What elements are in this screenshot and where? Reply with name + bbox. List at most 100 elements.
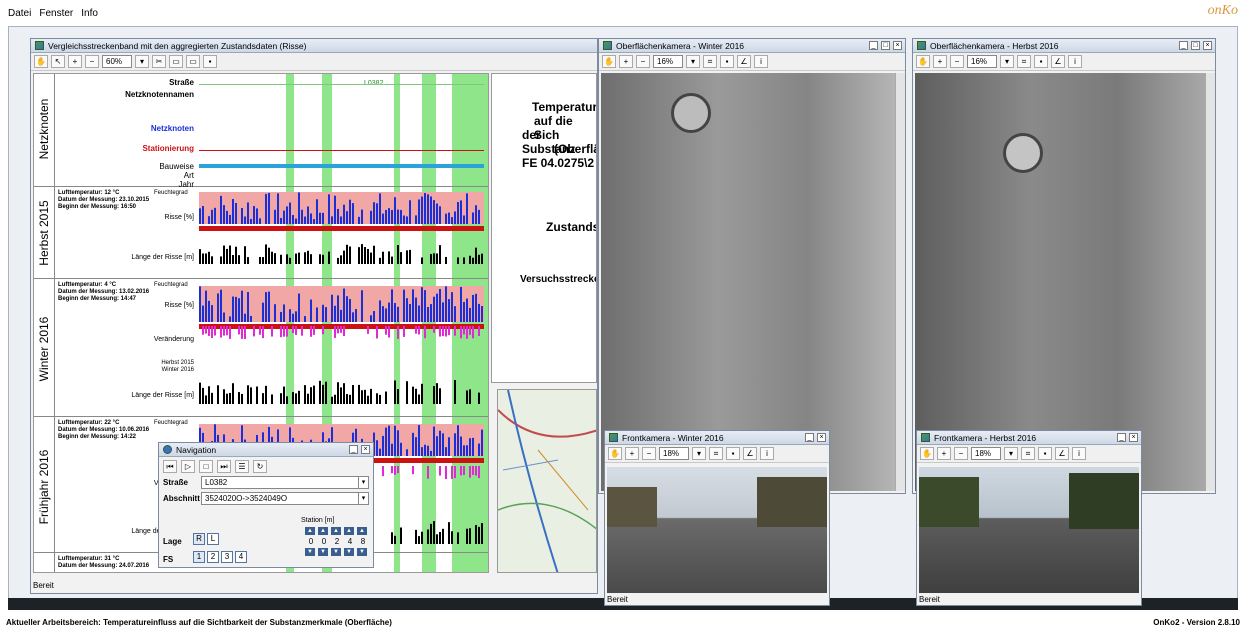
first-icon[interactable]: ⏮ [163,460,177,473]
increment-icon[interactable]: ▲ [357,527,367,535]
window-titlebar[interactable]: Frontkamera - Winter 2016 _ × [605,431,829,445]
info-icon[interactable]: i [760,447,774,460]
zoom-select[interactable]: 18% [659,447,689,460]
play-icon[interactable]: ▷ [181,460,195,473]
last-icon[interactable]: ⏭ [217,460,231,473]
fit-icon[interactable]: ⌗ [703,55,717,68]
map-panel[interactable] [497,389,597,573]
compare-view-icon[interactable]: ▭ [186,55,200,68]
increment-icon[interactable]: ▲ [318,527,328,535]
main-window-titlebar[interactable]: Vergleichsstreckenband mit den aggregier… [31,39,597,53]
window-titlebar[interactable]: Oberflächenkamera - Winter 2016 _ □ × [599,39,905,53]
chevron-down-icon[interactable]: ▾ [686,55,700,68]
chevron-down-icon[interactable]: ▾ [1004,447,1018,460]
zoom-in-icon[interactable]: + [625,447,639,460]
abschnitt-select[interactable]: 3524020O->3524049O ▾ [201,492,369,505]
decrement-icon[interactable]: ▼ [305,548,315,556]
save-icon[interactable]: ▪ [726,447,740,460]
measure-icon[interactable]: ∠ [1055,447,1069,460]
minimize-icon[interactable]: _ [1117,433,1126,442]
chevron-down-icon[interactable]: ▾ [1000,55,1014,68]
fs-option[interactable]: 3 [221,551,233,563]
zoom-select[interactable]: 60% [102,55,132,68]
minimize-icon[interactable]: _ [1179,41,1188,50]
zoom-in-icon[interactable]: + [933,55,947,68]
save-icon[interactable]: ▪ [1038,447,1052,460]
split-view-icon[interactable]: ▭ [169,55,183,68]
sync-icon[interactable]: ↻ [253,460,267,473]
window-titlebar[interactable]: Oberflächenkamera - Herbst 2016 _ □ × [913,39,1215,53]
surface-image[interactable] [601,73,895,491]
zoom-out-icon[interactable]: − [950,55,964,68]
hand-icon[interactable]: ✋ [920,447,934,460]
decrement-icon[interactable]: ▼ [357,548,367,556]
close-icon[interactable]: × [361,445,370,454]
zoom-in-icon[interactable]: + [619,55,633,68]
lage-option[interactable]: R [193,533,205,545]
menu-datei[interactable]: Datei [8,8,31,19]
window-titlebar[interactable]: Navigation _ × [159,443,373,457]
scissors-icon[interactable]: ✂ [152,55,166,68]
vertical-scrollbar[interactable] [1205,73,1215,491]
chevron-down-icon[interactable]: ▾ [358,477,368,488]
measure-icon[interactable]: ∠ [1051,55,1065,68]
hand-icon[interactable]: ✋ [34,55,48,68]
maximize-icon[interactable]: □ [1191,41,1200,50]
zoom-out-icon[interactable]: − [85,55,99,68]
front-image[interactable] [607,467,827,593]
vertical-scrollbar[interactable] [895,73,905,491]
close-icon[interactable]: × [893,41,902,50]
menu-fenster[interactable]: Fenster [39,8,73,19]
lage-option[interactable]: L [207,533,219,545]
maximize-icon[interactable]: □ [881,41,890,50]
zoom-out-icon[interactable]: − [642,447,656,460]
fit-icon[interactable]: ⌗ [709,447,723,460]
fit-icon[interactable]: ⌗ [1017,55,1031,68]
minimize-icon[interactable]: _ [349,445,358,454]
zoom-out-icon[interactable]: − [954,447,968,460]
zoom-select[interactable]: 16% [653,55,683,68]
close-icon[interactable]: × [1203,41,1212,50]
info-icon[interactable]: i [754,55,768,68]
minimize-icon[interactable]: _ [869,41,878,50]
fs-option[interactable]: 2 [207,551,219,563]
zoom-out-icon[interactable]: − [636,55,650,68]
decrement-icon[interactable]: ▼ [318,548,328,556]
hand-icon[interactable]: ✋ [916,55,930,68]
minimize-icon[interactable]: _ [805,433,814,442]
decrement-icon[interactable]: ▼ [344,548,354,556]
save-icon[interactable]: ▪ [720,55,734,68]
increment-icon[interactable]: ▲ [331,527,341,535]
chevron-down-icon[interactable]: ▾ [358,493,368,504]
chevron-down-icon[interactable]: ▾ [135,55,149,68]
front-image[interactable] [919,467,1139,593]
measure-icon[interactable]: ∠ [743,447,757,460]
decrement-icon[interactable]: ▼ [331,548,341,556]
close-icon[interactable]: × [1129,433,1138,442]
fs-option[interactable]: 4 [235,551,247,563]
zoom-in-icon[interactable]: + [937,447,951,460]
hand-icon[interactable]: ✋ [602,55,616,68]
strasse-select[interactable]: L0382 ▾ [201,476,369,489]
menu-info[interactable]: Info [81,8,98,19]
save-icon[interactable]: ▪ [203,55,217,68]
chevron-down-icon[interactable]: ▾ [692,447,706,460]
info-icon[interactable]: i [1068,55,1082,68]
fit-icon[interactable]: ⌗ [1021,447,1035,460]
zoom-select[interactable]: 18% [971,447,1001,460]
measure-icon[interactable]: ∠ [737,55,751,68]
zoom-select[interactable]: 16% [967,55,997,68]
pointer-icon[interactable]: ↖ [51,55,65,68]
increment-icon[interactable]: ▲ [344,527,354,535]
save-icon[interactable]: ▪ [1034,55,1048,68]
fs-option[interactable]: 1 [193,551,205,563]
close-icon[interactable]: × [817,433,826,442]
stop-icon[interactable]: □ [199,460,213,473]
zoom-in-icon[interactable]: + [68,55,82,68]
settings-icon[interactable]: ☰ [235,460,249,473]
hand-icon[interactable]: ✋ [608,447,622,460]
increment-icon[interactable]: ▲ [305,527,315,535]
surface-image[interactable] [915,73,1205,491]
window-titlebar[interactable]: Frontkamera - Herbst 2016 _ × [917,431,1141,445]
info-icon[interactable]: i [1072,447,1086,460]
